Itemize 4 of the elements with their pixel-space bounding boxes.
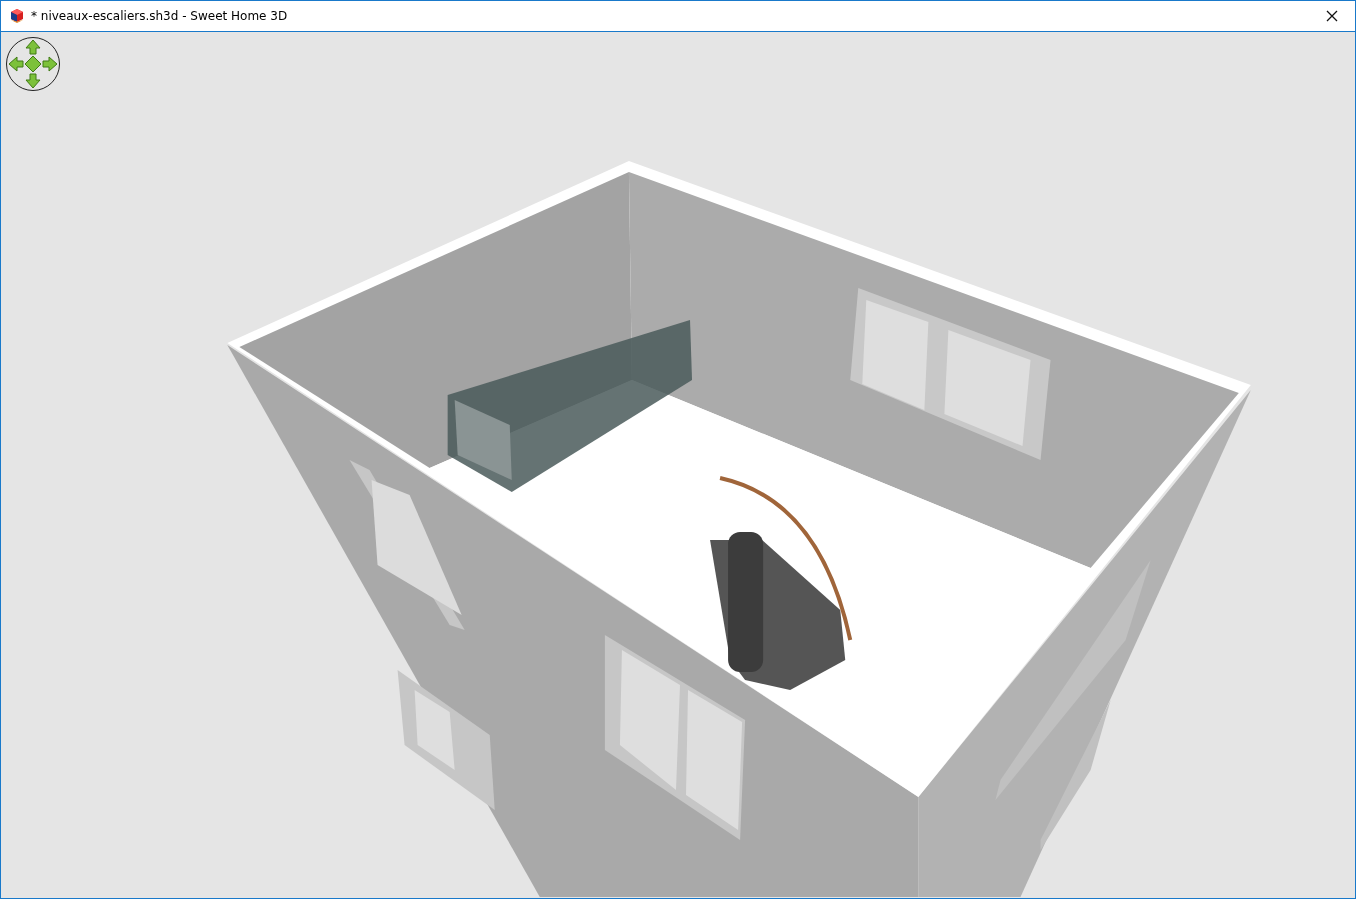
navigation-arrows-icon[interactable] xyxy=(5,36,61,92)
window-title: * niveaux-escaliers.sh3d - Sweet Home 3D xyxy=(31,9,288,23)
cube-icon xyxy=(9,8,25,24)
close-icon xyxy=(1326,10,1338,22)
